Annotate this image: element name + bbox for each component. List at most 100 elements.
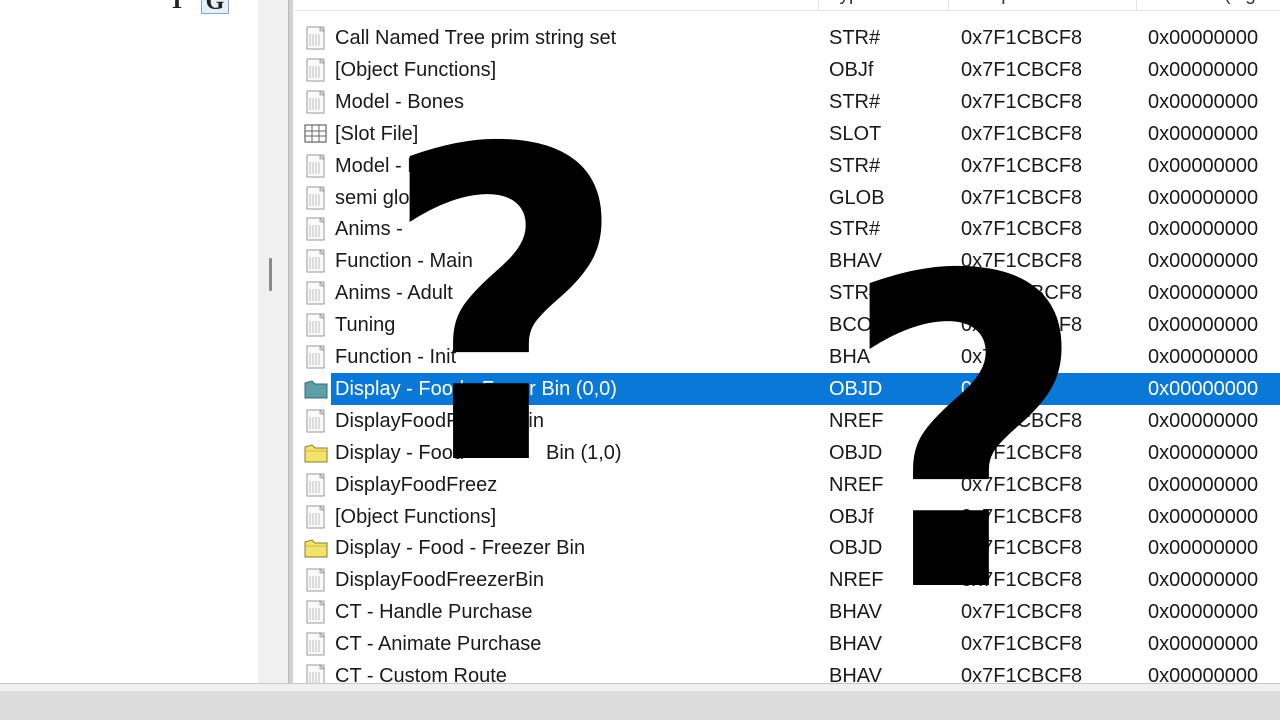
cell-group: 0x7F1CBCF8 — [961, 90, 1083, 113]
folder-icon — [303, 536, 329, 560]
table-row[interactable]: Model - Na STR# 0x7F1CBCF8 0x00000000 — [293, 150, 1280, 182]
folder-icon — [303, 441, 329, 465]
cell-type: BHAV — [829, 633, 882, 656]
toolbar-button-t[interactable]: T — [164, 0, 190, 13]
table-row[interactable]: [Slot File] SLOT 0x7F1CBCF8 0x00000000 — [293, 118, 1280, 150]
folder-icon — [303, 377, 329, 401]
cell-name-tail: Bin (1,0) — [546, 441, 622, 464]
cell-name: [Object Functions] — [335, 58, 497, 81]
cell-name: CT - Custom Route — [335, 665, 507, 683]
cell-group: 0x7F1CBCF8 — [961, 282, 1083, 305]
left-toolbar: T G I — [0, 0, 280, 14]
tree-panel[interactable] — [0, 0, 259, 683]
table-row[interactable]: Display - Food - Freezer Bin OBJD 0x7F1CBC… — [293, 532, 1280, 564]
table-row[interactable]: DisplayFoodFreezerBin NREF 0x7F1CBCF8 0x000… — [293, 405, 1280, 437]
resource-list[interactable]: Name Type Group Instance (high Call Name… — [293, 0, 1280, 683]
cell-name: semi glob — [335, 186, 421, 209]
table-row[interactable]: DisplayFoodFreezerBin NREF 0x7F1CBCF8 0x000… — [293, 564, 1280, 596]
table-row[interactable]: Function - Init BHA 0x7F1C 0x00000000 — [293, 341, 1280, 373]
table-row[interactable]: [Object Functions] OBJf 0x7F1CBCF8 0x000000… — [293, 54, 1280, 86]
text-file-icon — [303, 472, 329, 497]
cell-group: 0x7F1CBCF8 — [961, 27, 1083, 49]
cell-name: Display - Food - Fr — [335, 377, 501, 400]
cell-instance: 0x00000000 — [1148, 250, 1259, 273]
cell-type: BHA — [829, 346, 871, 368]
cell-instance: 0x00000000 — [1148, 90, 1259, 113]
cell-name: CT - Handle Purchase — [335, 601, 533, 624]
table-row[interactable]: semi glob GLOB 0x7F1CBCF8 0x00000000 — [293, 182, 1280, 214]
column-header-type[interactable]: Type — [819, 0, 949, 10]
status-bar — [0, 691, 1280, 720]
text-file-icon — [303, 217, 329, 241]
cell-name: Model - Na — [335, 154, 433, 177]
table-row[interactable]: [Object Functions] OBJf 0x7F1CBCF8 0x000000… — [293, 501, 1280, 533]
cell-instance: 0x00000000 — [1148, 569, 1259, 592]
column-header-name[interactable]: Name — [293, 0, 819, 10]
cell-type: NREF — [829, 473, 884, 496]
cell-group: 0x7F1CBCF8 — [961, 665, 1083, 683]
cell-type: OBJf — [829, 58, 874, 81]
cell-instance: 0x00000000 — [1148, 346, 1259, 368]
table-row[interactable]: Tuning BCO 0x7F1CBCF8 0x00000000 — [293, 309, 1280, 341]
toolbar-button-g[interactable]: G — [201, 0, 229, 14]
column-header-instance[interactable]: Instance (high — [1137, 0, 1280, 10]
table-row[interactable]: CT - Handle Purchase BHAV 0x7F1CBCF8 0x0000… — [293, 596, 1280, 628]
cell-instance: 0x00000000 — [1148, 314, 1259, 337]
cell-type: OBJD — [829, 377, 883, 400]
table-row[interactable]: CT - Custom Route BHAV 0x7F1CBCF8 0x0000000… — [293, 660, 1280, 683]
cell-group: 0x7F1CBCF8 — [961, 441, 1083, 464]
cell-name: Display - Food - Freezer Bin — [335, 537, 586, 560]
cell-group: 0x7F1CBCF8 — [961, 409, 1083, 432]
table-row[interactable]: Anims - Adult STR# 0x7F1CBCF8 0x00000000 — [293, 277, 1280, 309]
cell-name: Function - Main — [335, 250, 473, 273]
table-row[interactable]: Display - Food - Bin (1,0) OBJD 0x7F1CBCF8… — [293, 437, 1280, 469]
cell-instance: 0x00000000 — [1148, 282, 1259, 305]
list-header: Name Type Group Instance (high — [293, 0, 1280, 11]
cell-instance: 0x00000000 — [1148, 601, 1259, 624]
cell-instance: 0x00000000 — [1148, 633, 1259, 656]
text-file-icon — [303, 185, 329, 210]
cell-type: GLOB — [829, 186, 885, 209]
table-row[interactable]: Model - Bones STR# 0x7F1CBCF8 0x00000000 — [293, 86, 1280, 118]
cell-group: 0x7F1CBCF8 — [961, 314, 1083, 337]
cell-group: 0x7F1CBCF8 — [961, 154, 1083, 177]
cell-name: Call Named Tree prim string set — [335, 27, 617, 49]
table-row[interactable]: CT - Animate Purchase BHAV 0x7F1CBCF8 0x000… — [293, 628, 1280, 660]
text-file-icon — [303, 664, 329, 683]
cell-name: Display - Food - — [335, 441, 477, 464]
text-file-icon — [303, 345, 329, 369]
cell-name: Anims - — [335, 218, 403, 241]
column-header-group[interactable]: Group — [949, 0, 1137, 10]
cell-instance: 0x00000000 — [1148, 218, 1259, 241]
text-file-icon — [303, 26, 329, 50]
splitter-handle[interactable] — [269, 258, 272, 291]
cell-instance: 0x00000000 — [1148, 473, 1259, 496]
cell-instance: 0x00000000 — [1148, 186, 1259, 209]
cell-type: NREF — [829, 409, 884, 432]
cell-name: DisplayFoodFreezerBin — [335, 409, 544, 432]
cell-group: 0x7F1CBCF8 — [961, 537, 1083, 560]
table-row[interactable]: Anims - STR# 0x7F1CBCF8 0x00000000 — [293, 213, 1280, 245]
cell-type: OBJD — [829, 537, 883, 560]
cell-group: 0x7F1C — [961, 346, 1032, 368]
cell-name: [Object Functions] — [335, 505, 497, 528]
text-file-icon — [303, 313, 329, 337]
text-file-icon — [303, 57, 329, 82]
text-file-icon — [303, 568, 329, 592]
cell-instance: 0x00000000 — [1148, 27, 1259, 49]
cell-name: DisplayFoodFreez — [335, 473, 498, 496]
table-row[interactable]: DisplayFoodFreez NREF 0x7F1CBCF8 0x00000000 — [293, 469, 1280, 501]
cell-type: BHAV — [829, 601, 882, 624]
table-row[interactable]: Call Named Tree prim string set STR# 0x7F1… — [293, 22, 1280, 54]
table-row[interactable]: Function - Main BHAV 0x7F1CBCF8 0x00000000 — [293, 245, 1280, 277]
cell-instance: 0x00000000 — [1148, 409, 1259, 432]
cell-type: BCO — [829, 314, 873, 337]
table-row[interactable]: Display - Food - Fr zer Bin (0,0) OBJD 0x7F… — [293, 372, 1280, 405]
cell-instance: 0x00000000 — [1148, 441, 1259, 464]
cell-group: 0x7F1CBCF8 — [961, 218, 1083, 241]
cell-group: 0x7F1CBCF8 — [961, 633, 1083, 656]
text-file-icon — [303, 249, 329, 273]
cell-type: NREF — [829, 569, 884, 592]
cell-type: SLOT — [829, 122, 882, 145]
cell-group: 0x7F1C — [961, 377, 1032, 400]
